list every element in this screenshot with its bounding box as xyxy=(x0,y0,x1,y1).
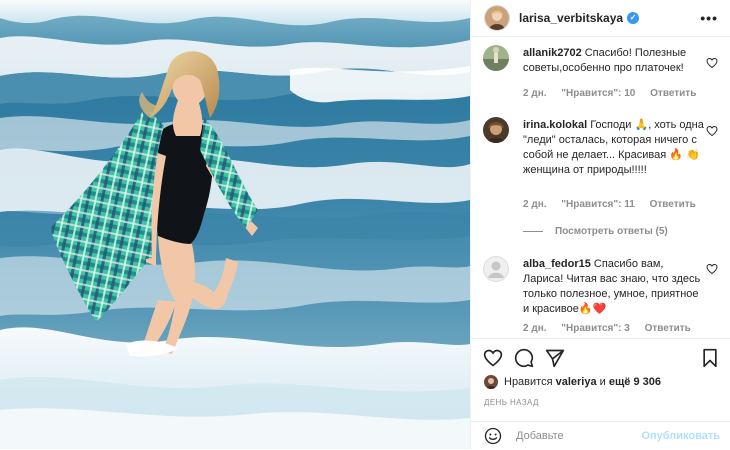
beach-photo-illustration xyxy=(0,0,470,449)
comment-likes[interactable]: "Нравится": 3 xyxy=(561,323,630,334)
like-comment-heart-icon[interactable] xyxy=(706,125,718,137)
emoji-smiley-icon[interactable] xyxy=(484,427,502,445)
reply-button[interactable]: Ответить xyxy=(650,88,696,99)
comments-list: allanik2702 Спасибо! Полезные советы,особ… xyxy=(471,37,730,339)
view-replies-divider xyxy=(523,231,543,232)
comment-likes[interactable]: "Нравится": 11 xyxy=(561,199,635,210)
comment-body: irina.kolokal Господи 🙏, хоть одна "леди"… xyxy=(523,118,704,178)
post-date[interactable]: ДЕНЬ НАЗАД xyxy=(484,398,539,407)
comment-body: allanik2702 Спасибо! Полезные советы,особ… xyxy=(523,46,704,76)
reply-button[interactable]: Ответить xyxy=(650,199,696,210)
commenter-avatar-image xyxy=(483,117,509,143)
comment-username[interactable]: irina.kolokal xyxy=(523,119,587,131)
like-comment-heart-icon[interactable] xyxy=(706,263,718,275)
comment-input[interactable] xyxy=(514,429,638,443)
save-bookmark-icon[interactable] xyxy=(700,348,720,368)
liker-username[interactable]: valeriya xyxy=(556,376,597,388)
share-paper-plane-icon[interactable] xyxy=(545,348,565,368)
commenter-avatar[interactable] xyxy=(483,45,509,71)
liker-avatar-image xyxy=(484,375,498,389)
post-actions-bar xyxy=(471,338,730,375)
add-comment-bar: Опубликовать xyxy=(471,421,730,450)
commenter-avatar[interactable] xyxy=(483,117,509,143)
comment-bubble-icon[interactable] xyxy=(514,348,534,368)
comment-time[interactable]: 2 дн. xyxy=(523,199,547,210)
comment-time[interactable]: 2 дн. xyxy=(523,88,547,99)
view-replies-button[interactable]: Посмотреть ответы (5) xyxy=(523,226,668,237)
likes-summary: Нравится valeriya и ещё 9 306 xyxy=(484,373,722,391)
author-avatar-image xyxy=(485,6,509,30)
like-comment-heart-icon[interactable] xyxy=(706,57,718,69)
publish-button[interactable]: Опубликовать xyxy=(641,430,720,442)
likes-and: и xyxy=(599,376,606,388)
commenter-avatar-image xyxy=(483,45,509,71)
comment-meta: 2 дн. "Нравится": 11 Ответить xyxy=(523,199,708,210)
verified-badge-icon: ✓ xyxy=(627,12,640,24)
ellipsis-icon[interactable]: ••• xyxy=(700,10,718,26)
likes-count[interactable]: ещё 9 306 xyxy=(609,376,661,388)
author-avatar[interactable] xyxy=(485,6,509,30)
instagram-post: larisa_verbitskaya ✓ ••• allanik2702 Спас… xyxy=(0,0,730,449)
like-heart-icon[interactable] xyxy=(483,348,503,368)
default-avatar-icon xyxy=(483,256,509,282)
comment-meta: 2 дн. "Нравится": 3 Ответить xyxy=(523,323,703,334)
post-header: larisa_verbitskaya ✓ ••• xyxy=(471,0,730,37)
author-username[interactable]: larisa_verbitskaya xyxy=(519,11,623,25)
comment-username[interactable]: alba_fedor15 xyxy=(523,258,591,270)
post-photo[interactable] xyxy=(0,0,470,449)
comment-time[interactable]: 2 дн. xyxy=(523,323,547,334)
likes-prefix: Нравится xyxy=(504,376,553,388)
commenter-avatar[interactable] xyxy=(483,256,509,282)
liker-avatar[interactable] xyxy=(484,375,498,389)
comment-likes[interactable]: "Нравится": 10 xyxy=(561,88,635,99)
comment-meta: 2 дн. "Нравится": 10 Ответить xyxy=(523,88,708,99)
post-side-panel: larisa_verbitskaya ✓ ••• allanik2702 Спас… xyxy=(470,0,730,449)
view-replies-label: Посмотреть ответы (5) xyxy=(555,226,668,237)
comment-username[interactable]: allanik2702 xyxy=(523,47,582,59)
comment-body: alba_fedor15 Спасибо вам, Лариса! Читая в… xyxy=(523,257,704,317)
reply-button[interactable]: Ответить xyxy=(645,323,691,334)
